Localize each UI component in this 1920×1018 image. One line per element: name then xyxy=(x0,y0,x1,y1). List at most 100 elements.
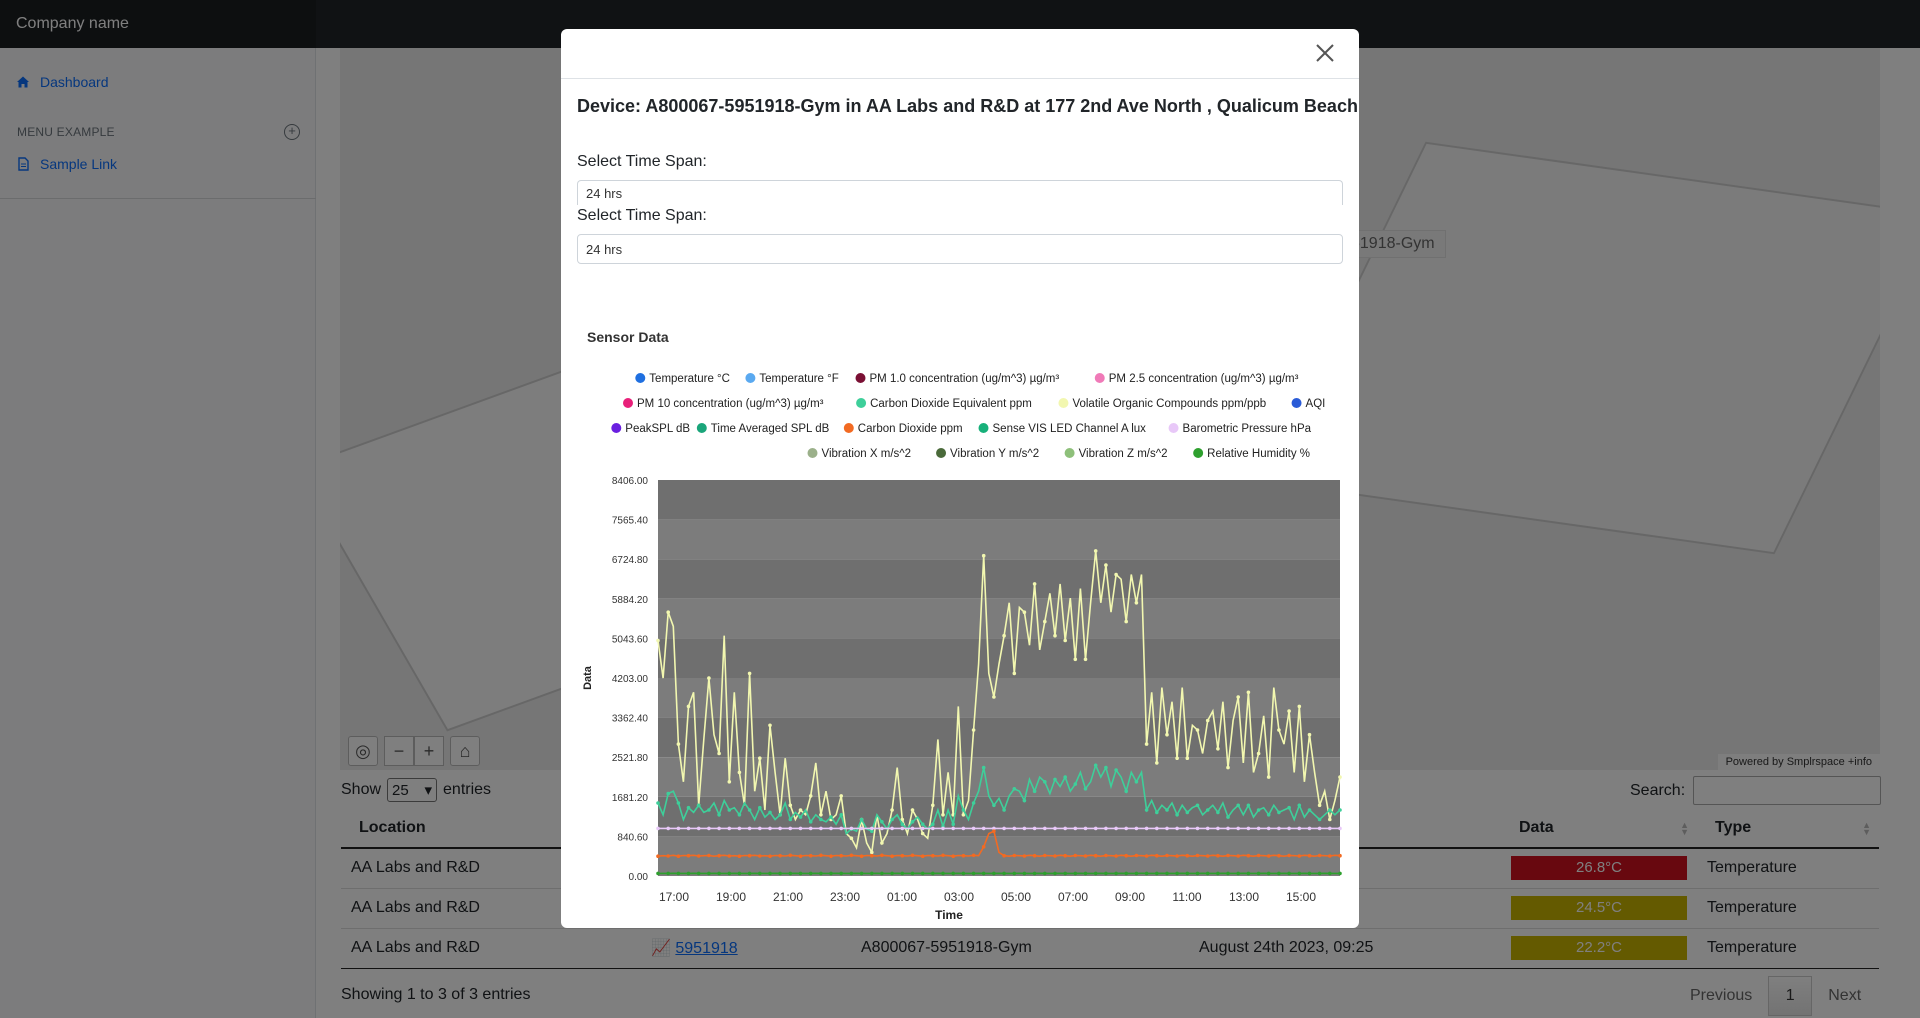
grid-band xyxy=(658,480,1340,520)
data-point xyxy=(992,829,996,833)
data-point xyxy=(1124,826,1128,831)
data-point xyxy=(839,871,843,876)
data-point xyxy=(788,871,793,876)
x-tick-label: 23:00 xyxy=(830,890,860,904)
data-point xyxy=(961,808,966,812)
legend-label: Vibration Z m/s^2 xyxy=(1079,448,1168,460)
data-point xyxy=(1053,871,1057,876)
y-tick-label: 5884.20 xyxy=(612,595,649,606)
data-point xyxy=(1053,633,1057,638)
data-point xyxy=(870,850,874,855)
data-point xyxy=(1195,728,1200,732)
data-point xyxy=(1317,871,1322,876)
data-point xyxy=(1256,751,1261,756)
data-point xyxy=(1277,871,1281,876)
data-point xyxy=(1195,853,1200,858)
data-point xyxy=(839,853,843,858)
data-point xyxy=(1012,826,1017,831)
data-point xyxy=(758,826,762,831)
legend-label: AQI xyxy=(1306,398,1326,410)
data-point xyxy=(920,822,925,826)
data-point xyxy=(1287,853,1291,858)
data-point xyxy=(1175,756,1179,760)
data-point xyxy=(1073,657,1078,662)
data-point xyxy=(1205,826,1210,831)
data-point xyxy=(1114,871,1118,876)
data-point xyxy=(1043,853,1047,858)
data-point xyxy=(1226,765,1230,770)
data-point xyxy=(829,854,833,858)
data-point xyxy=(1032,582,1037,586)
grid-band xyxy=(658,598,1340,639)
legend-label: Temperature °C xyxy=(649,373,730,385)
data-point xyxy=(778,853,782,858)
data-point xyxy=(1155,871,1159,876)
data-point xyxy=(798,808,803,812)
legend-marker xyxy=(843,423,854,433)
data-point xyxy=(1338,853,1342,858)
data-point xyxy=(737,854,742,858)
data-point xyxy=(1185,826,1190,831)
data-point xyxy=(1256,853,1261,858)
data-point xyxy=(1277,728,1281,732)
data-point xyxy=(1093,763,1098,768)
data-point xyxy=(1165,808,1169,812)
data-point xyxy=(931,853,935,858)
data-point xyxy=(1053,826,1057,831)
data-point xyxy=(1134,871,1139,876)
modal-title: Device: A800067-5951918-Gym in AA Labs a… xyxy=(577,96,1358,116)
legend-label: Carbon Dioxide ppm xyxy=(858,423,963,435)
data-point xyxy=(819,853,823,858)
data-point xyxy=(1124,871,1128,876)
data-point xyxy=(910,808,915,812)
data-point xyxy=(1307,871,1312,876)
data-point xyxy=(931,803,935,808)
data-point xyxy=(1012,871,1017,876)
data-point xyxy=(971,728,976,732)
y-tick-label: 3362.40 xyxy=(612,714,649,725)
data-point xyxy=(1175,854,1179,858)
data-point xyxy=(1114,768,1118,772)
data-point xyxy=(1246,853,1251,858)
data-point xyxy=(727,854,732,858)
legend-label: Vibration Y m/s^2 xyxy=(950,448,1039,460)
data-point xyxy=(819,813,823,817)
data-point xyxy=(1246,690,1251,695)
x-tick-label: 09:00 xyxy=(1115,890,1145,904)
data-point xyxy=(1297,704,1302,709)
x-tick-label: 15:00 xyxy=(1286,890,1316,904)
data-point xyxy=(1144,808,1149,812)
grid-band xyxy=(658,796,1340,837)
data-point xyxy=(1307,826,1312,831)
data-point xyxy=(758,805,762,810)
data-point xyxy=(768,723,772,728)
data-point xyxy=(1104,563,1108,567)
legend-marker xyxy=(1058,398,1069,408)
y-tick-label: 4203.00 xyxy=(612,674,649,685)
data-point xyxy=(859,826,864,831)
grid-band xyxy=(658,638,1340,678)
close-icon[interactable] xyxy=(1313,41,1337,65)
data-point xyxy=(1205,718,1210,723)
data-point xyxy=(676,742,681,746)
legend-marker xyxy=(623,398,633,408)
data-point xyxy=(1277,853,1281,858)
data-point xyxy=(798,826,803,831)
data-point xyxy=(1093,826,1098,831)
y-tick-label: 7565.40 xyxy=(612,516,649,527)
data-point xyxy=(1307,808,1312,812)
data-point xyxy=(941,813,945,817)
data-point xyxy=(859,854,864,858)
time-span-select[interactable]: 24 hrs xyxy=(577,180,1343,205)
data-point xyxy=(961,871,966,876)
data-point xyxy=(1226,815,1230,819)
data-point xyxy=(880,826,884,831)
y-tick-label: 8406.00 xyxy=(612,476,649,487)
data-point xyxy=(1185,871,1190,876)
legend-marker xyxy=(1064,448,1075,458)
data-point xyxy=(1053,854,1057,858)
time-span-select[interactable]: 24 hrs xyxy=(577,234,1343,264)
data-point xyxy=(1063,638,1067,643)
data-point xyxy=(880,820,884,824)
legend-label: Carbon Dioxide Equivalent ppm xyxy=(870,398,1032,410)
